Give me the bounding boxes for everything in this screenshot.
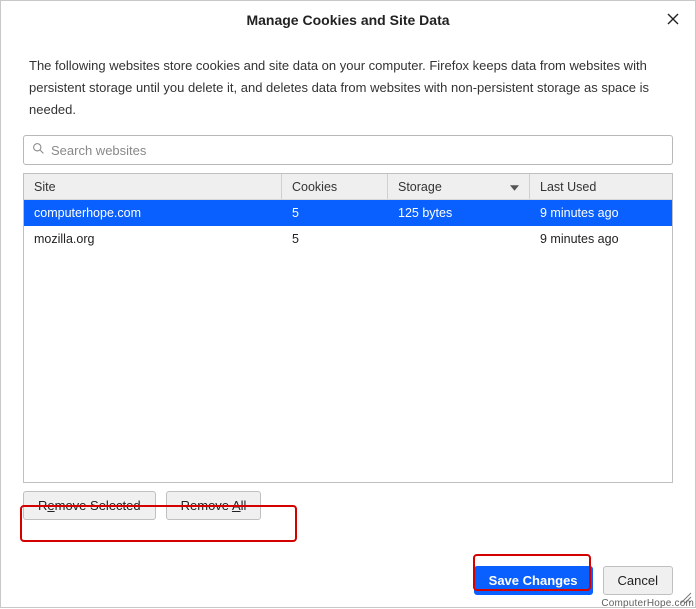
annotation-highlight <box>20 505 297 542</box>
table-row[interactable]: computerhope.com 5 125 bytes 9 minutes a… <box>24 200 672 226</box>
search-field[interactable] <box>23 135 673 165</box>
sort-desc-icon <box>510 180 519 194</box>
cancel-button[interactable]: Cancel <box>603 566 673 595</box>
cell-cookies: 5 <box>282 228 388 250</box>
dialog-title: Manage Cookies and Site Data <box>246 12 449 28</box>
search-input[interactable] <box>51 143 664 158</box>
cell-site: mozilla.org <box>24 228 282 250</box>
cell-last-used: 9 minutes ago <box>530 228 672 250</box>
titlebar: Manage Cookies and Site Data <box>1 1 695 39</box>
col-header-last-used[interactable]: Last Used <box>530 174 672 199</box>
table-body: computerhope.com 5 125 bytes 9 minutes a… <box>24 200 672 482</box>
cell-site: computerhope.com <box>24 202 282 224</box>
annotation-highlight <box>473 554 591 591</box>
close-icon[interactable] <box>665 11 681 27</box>
col-header-cookies[interactable]: Cookies <box>282 174 388 199</box>
cell-last-used: 9 minutes ago <box>530 202 672 224</box>
cell-cookies: 5 <box>282 202 388 224</box>
cell-storage: 125 bytes <box>388 202 530 224</box>
table-header: Site Cookies Storage Last Used <box>24 174 672 200</box>
manage-cookies-dialog: Manage Cookies and Site Data The followi… <box>0 0 696 608</box>
dialog-description: The following websites store cookies and… <box>1 39 695 135</box>
watermark: ComputerHope.com <box>601 598 694 609</box>
table-row[interactable]: mozilla.org 5 9 minutes ago <box>24 226 672 252</box>
sites-table: Site Cookies Storage Last Used computerh… <box>23 173 673 483</box>
col-header-site[interactable]: Site <box>24 174 282 199</box>
search-icon <box>32 142 51 158</box>
col-header-storage[interactable]: Storage <box>388 174 530 199</box>
cell-storage <box>388 235 530 243</box>
